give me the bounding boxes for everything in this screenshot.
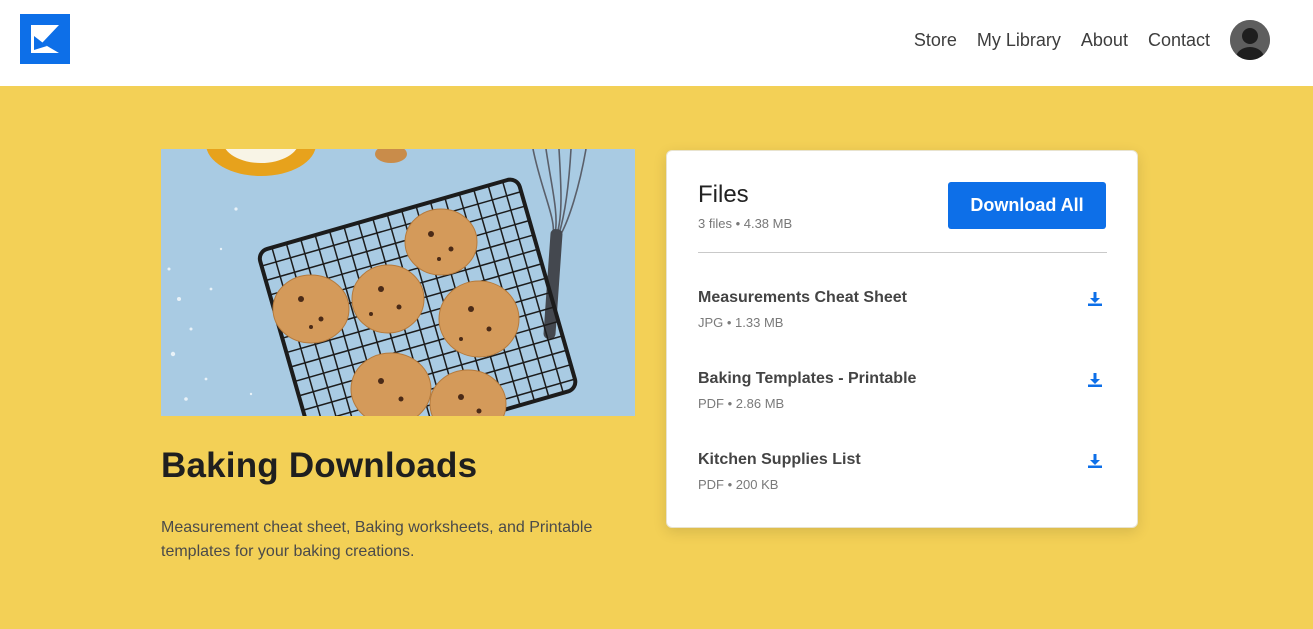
file-name[interactable]: Kitchen Supplies List — [698, 451, 861, 469]
main-nav: Store My Library About Contact — [914, 20, 1270, 60]
top-navbar: Store My Library About Contact — [0, 0, 1313, 86]
nav-contact-link[interactable]: Contact — [1148, 20, 1210, 60]
file-meta: JPG • 1.33 MB — [698, 315, 784, 330]
product-title: Baking Downloads — [161, 446, 478, 485]
divider — [698, 252, 1107, 253]
file-meta: PDF • 200 KB — [698, 477, 779, 492]
file-item: Kitchen Supplies List PDF • 200 KB — [698, 451, 1107, 501]
nav-about-link[interactable]: About — [1081, 20, 1128, 60]
brand-logo-icon[interactable] — [20, 14, 70, 64]
file-name[interactable]: Measurements Cheat Sheet — [698, 289, 907, 307]
file-meta: PDF • 2.86 MB — [698, 396, 785, 411]
files-card: Files 3 files • 4.38 MB Download All Mea… — [666, 150, 1138, 528]
download-icon[interactable] — [1087, 291, 1103, 307]
nav-store-link[interactable]: Store — [914, 20, 957, 60]
files-summary: 3 files • 4.38 MB — [698, 216, 793, 231]
files-heading: Files — [698, 181, 749, 208]
file-item: Measurements Cheat Sheet JPG • 1.33 MB — [698, 289, 1107, 339]
download-all-button[interactable]: Download All — [948, 182, 1106, 229]
download-icon[interactable] — [1087, 372, 1103, 388]
product-description: Measurement cheat sheet, Baking workshee… — [161, 519, 593, 560]
nav-my-library-link[interactable]: My Library — [977, 20, 1061, 60]
user-avatar[interactable] — [1230, 20, 1270, 60]
file-name[interactable]: Baking Templates - Printable — [698, 370, 916, 388]
hero-image — [161, 149, 635, 416]
download-icon[interactable] — [1087, 453, 1103, 469]
file-item: Baking Templates - Printable PDF • 2.86 … — [698, 370, 1107, 420]
